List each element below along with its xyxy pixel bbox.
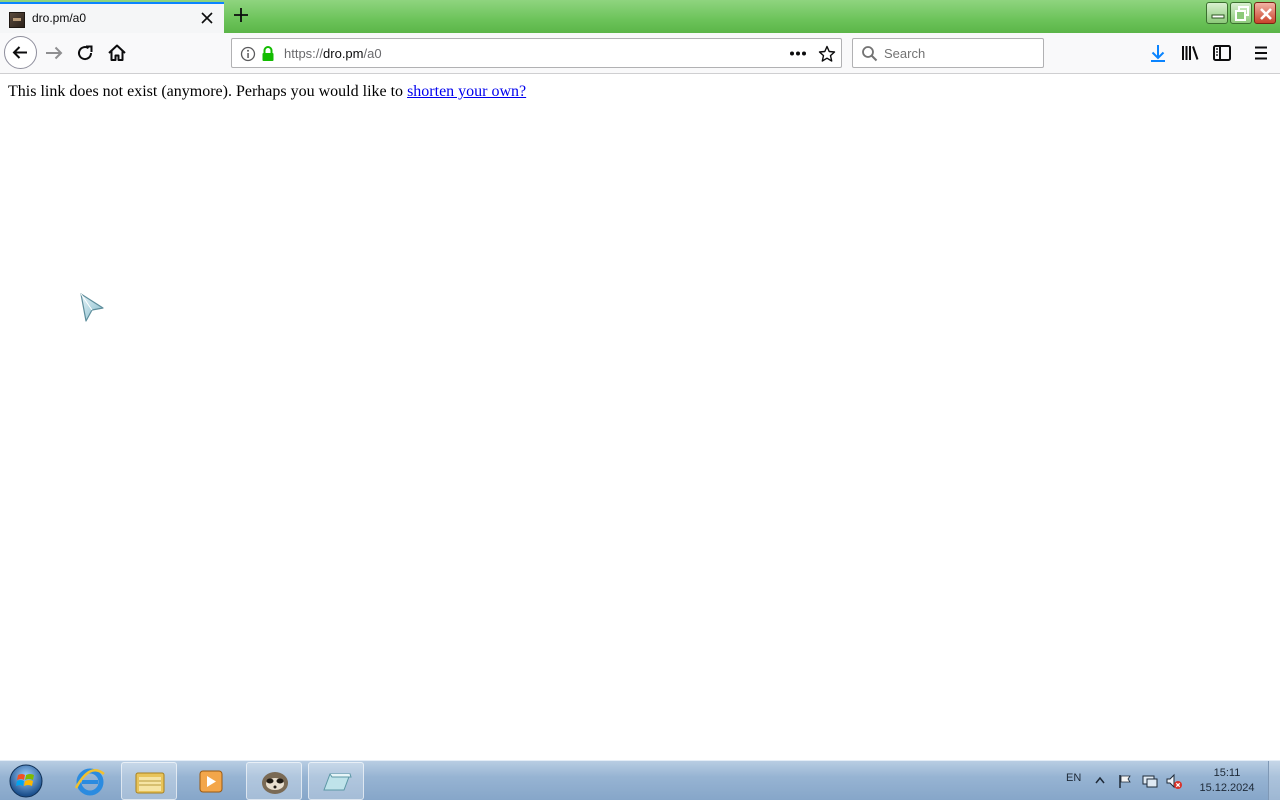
sidebar-icon[interactable] (1208, 39, 1236, 67)
back-arrow-icon (12, 46, 27, 59)
page-content: This link does not exist (anymore). Perh… (0, 74, 1280, 760)
media-player-icon (199, 770, 223, 793)
secure-lock-icon[interactable] (260, 45, 276, 63)
language-indicator[interactable]: EN (1066, 772, 1081, 784)
restore-icon (1235, 6, 1249, 21)
tray-expand-icon[interactable] (1095, 776, 1105, 784)
close-tab-icon[interactable] (199, 10, 215, 26)
browser-titlebar: dro.pm/a0 (0, 0, 1280, 33)
forward-arrow-icon[interactable] (40, 39, 68, 67)
system-clock[interactable]: 15:11 15.12.2024 (1190, 766, 1264, 796)
library-icon[interactable] (1176, 39, 1204, 67)
search-icon (862, 46, 878, 62)
taskbar-notes-app[interactable] (308, 762, 364, 800)
close-window-icon (1260, 8, 1272, 20)
taskbar-media-player[interactable] (184, 762, 240, 800)
address-bar[interactable]: https://dro.pm/a0 (231, 38, 842, 68)
restore-button[interactable] (1230, 2, 1252, 24)
network-icon[interactable] (1141, 773, 1159, 789)
url-text: https://dro.pm/a0 (284, 46, 382, 61)
shorten-link[interactable]: shorten your own? (407, 83, 526, 100)
mouse-cursor-icon (80, 293, 104, 322)
site-favicon-icon (9, 12, 25, 28)
taskbar-file-explorer[interactable] (121, 762, 177, 800)
message-text: This link does not exist (anymore). Perh… (8, 83, 408, 100)
reload-icon[interactable] (71, 39, 99, 67)
windows-taskbar: EN 15:11 15.12.2024 (0, 760, 1280, 800)
menu-hamburger-icon[interactable] (1247, 39, 1275, 67)
new-tab-icon[interactable] (232, 6, 250, 24)
clock-date: 15.12.2024 (1199, 782, 1255, 794)
notes-app-icon (323, 773, 352, 791)
navigation-toolbar: https://dro.pm/a0 Search (0, 33, 1280, 74)
minimize-button[interactable] (1206, 2, 1228, 24)
start-orb-icon[interactable] (5, 763, 47, 799)
tab-active[interactable]: dro.pm/a0 (0, 2, 224, 33)
error-message: This link does not exist (anymore). Perh… (8, 83, 526, 101)
folder-icon (135, 772, 165, 794)
show-desktop-button[interactable] (1268, 761, 1280, 800)
back-button[interactable] (4, 36, 37, 69)
tab-title: dro.pm/a0 (32, 11, 87, 25)
download-icon[interactable] (1144, 39, 1172, 67)
volume-muted-icon[interactable] (1165, 773, 1183, 790)
window-controls (1206, 2, 1276, 24)
action-center-flag-icon[interactable] (1117, 773, 1133, 789)
internet-explorer-icon (74, 768, 105, 796)
clock-time: 15:11 (1213, 767, 1241, 779)
minimize-icon (1211, 14, 1225, 19)
info-icon[interactable] (240, 46, 256, 62)
home-icon[interactable] (103, 39, 131, 67)
page-actions-icon[interactable] (789, 51, 807, 56)
search-placeholder: Search (884, 46, 926, 61)
search-field[interactable]: Search (852, 38, 1044, 68)
close-window-button[interactable] (1254, 2, 1276, 24)
bookmark-star-icon[interactable] (818, 45, 836, 63)
raccoon-app-icon (262, 772, 288, 794)
taskbar-internet-explorer[interactable] (62, 762, 118, 800)
taskbar-raccoon-app[interactable] (246, 762, 302, 800)
